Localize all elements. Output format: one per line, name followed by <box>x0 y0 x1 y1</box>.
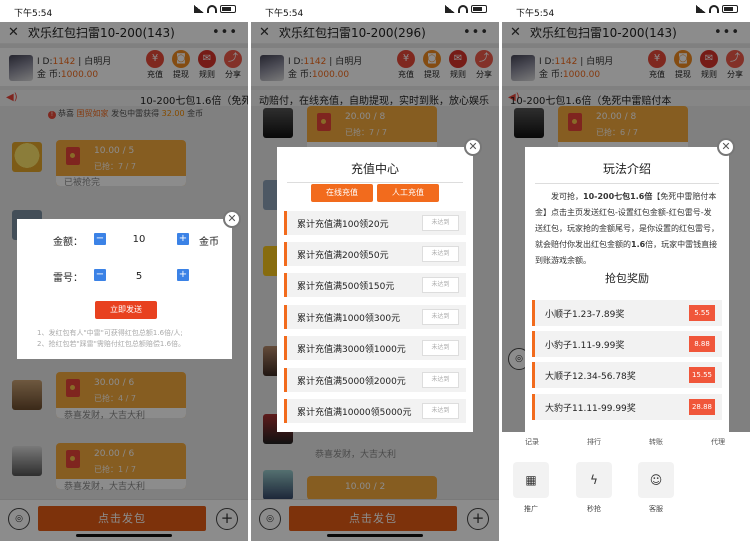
reward-row: 累计充值满3000领1000元 未达到 <box>284 336 466 360</box>
tab-manual-recharge[interactable]: 人工充值 <box>377 184 439 202</box>
reward-value: 8.88 <box>689 336 715 352</box>
status-badge: 未达到 <box>422 309 459 325</box>
wifi-icon <box>709 5 719 13</box>
close-modal-icon[interactable]: ✕ <box>223 210 241 228</box>
modal-tips: 1、发红包有人"中雷"可获得红包总额1.6倍/人; 2、抢红包若"踩雷"需赔付红包… <box>37 329 186 348</box>
status-badge: 未达到 <box>422 340 459 356</box>
tab-online-recharge[interactable]: 在线充值 <box>311 184 373 202</box>
status-badge: 未达到 <box>422 403 459 419</box>
record-button[interactable]: 记录 <box>512 437 552 447</box>
close-modal-icon[interactable]: ✕ <box>717 138 735 156</box>
battery-icon <box>471 5 487 13</box>
status-badge: 未达到 <box>422 215 459 231</box>
reward-value: 5.55 <box>689 305 715 321</box>
reward-row: 累计充值满1000领300元 未达到 <box>284 305 466 329</box>
status-badge: 未达到 <box>422 372 459 388</box>
recharge-modal: 充值中心 在线充值 人工充值 累计充值满100领20元 未达到 累计充值满200领… <box>277 147 473 432</box>
status-bar: 下午5:54 <box>251 0 499 22</box>
reward-row: 小顺子1.23-7.89奖 5.55 <box>532 300 722 326</box>
rules-intro: 发可抢，10-200七包1.6倍【免死中雷赔付本金】点击主页发送红包-设置红包金… <box>535 192 719 265</box>
reward-row: 累计充值满500领150元 未达到 <box>284 273 466 297</box>
reward-row: 大豹子11.11-99.99奖 28.88 <box>532 394 722 420</box>
mine-label: 雷号： <box>53 273 83 284</box>
reward-row: 大顺子12.34-56.78奖 15.55 <box>532 362 722 388</box>
battery-icon <box>220 5 236 13</box>
signal-icon <box>445 5 455 13</box>
send-now-button[interactable]: 立即发送 <box>95 301 157 319</box>
mine-plus-button[interactable]: + <box>177 269 189 281</box>
reward-row: 累计充值满100领20元 未达到 <box>284 211 466 235</box>
promote-label: 推广 <box>524 505 538 513</box>
transfer-button[interactable]: 转账 <box>636 437 676 447</box>
status-time: 下午5:54 <box>14 9 53 19</box>
screen-recharge: 下午5:54 ✕ 欢乐红包扫雷10-200(296) ••• I D:1142 | … <box>251 0 499 541</box>
send-packet-modal: 金额： − 10 + 金币 雷号： − 5 + 立即发送 1、发红包有人"中雷"… <box>17 219 232 359</box>
status-badge: 未达到 <box>422 246 459 262</box>
signal-icon <box>696 5 706 13</box>
status-badge: 未达到 <box>422 277 459 293</box>
section-title: 抢包奖励 <box>605 272 649 285</box>
mine-value[interactable]: 5 <box>124 271 154 282</box>
ranking-button[interactable]: 排行 <box>574 437 614 447</box>
status-bar: 下午5:54 <box>502 0 750 22</box>
rules-modal: 玩法介绍 发可抢，10-200七包1.6倍【免死中雷赔付本金】点击主页发送红包-… <box>525 147 729 432</box>
agent-button[interactable]: 代理 <box>698 437 738 447</box>
amount-value[interactable]: 10 <box>124 234 154 245</box>
wifi-icon <box>207 5 217 13</box>
battery-icon <box>722 5 738 13</box>
mine-minus-button[interactable]: − <box>94 269 106 281</box>
reward-row: 累计充值满200领50元 未达到 <box>284 242 466 266</box>
status-bar: 下午5:54 <box>0 0 248 22</box>
amount-minus-button[interactable]: − <box>94 233 106 245</box>
reward-row: 小豹子1.11-9.99奖 8.88 <box>532 331 722 357</box>
qrcode-icon[interactable]: ▦ <box>513 462 549 498</box>
amount-label: 金额： <box>53 237 83 248</box>
quick-grab-label: 秒抢 <box>587 505 601 513</box>
wifi-icon <box>458 5 468 13</box>
customer-service-icon[interactable]: ☺ <box>638 462 674 498</box>
modal-title: 玩法介绍 <box>602 162 651 176</box>
close-modal-icon[interactable]: ✕ <box>464 138 482 156</box>
reward-row: 累计充值满5000领2000元 未达到 <box>284 368 466 392</box>
reward-value: 15.55 <box>689 367 715 383</box>
service-label: 客服 <box>649 505 663 513</box>
reward-value: 28.88 <box>689 399 715 415</box>
screen-rules: 下午5:54 ✕ 欢乐红包扫雷10-200(143) ••• I D:1142 | … <box>502 0 750 541</box>
modal-title: 充值中心 <box>350 162 399 176</box>
function-grid: 记录 排行 转账 代理 ▦ ϟ ☺ 推广 秒抢 客服 <box>502 432 750 541</box>
reward-row: 累计充值满10000领5000元 未达到 <box>284 399 466 423</box>
amount-unit: 金币 <box>199 237 219 248</box>
screen-send-packet: 下午5:54 ✕ 欢乐红包扫雷10-200(143) ••• I D:1142 | … <box>0 0 248 541</box>
signal-icon <box>194 5 204 13</box>
amount-plus-button[interactable]: + <box>177 233 189 245</box>
lightning-icon[interactable]: ϟ <box>576 462 612 498</box>
